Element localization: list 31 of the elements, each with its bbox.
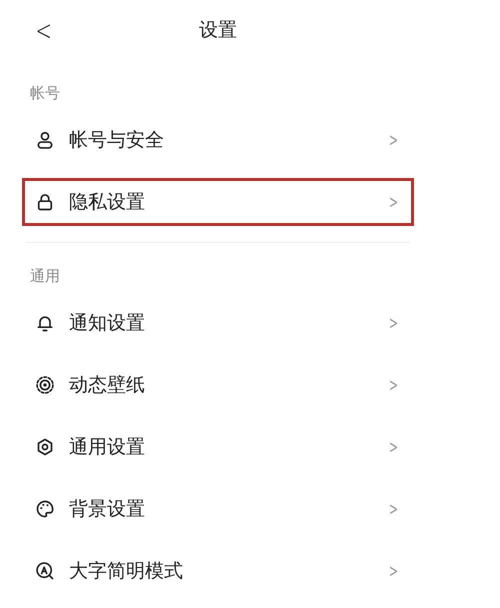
settings-icon	[35, 437, 55, 457]
menu-row[interactable]: 帐号与安全 >	[22, 116, 414, 164]
chevron-icon: >	[388, 130, 398, 150]
menu-label: 通知设置	[69, 311, 146, 336]
menu-row[interactable]: 背景设置 >	[22, 485, 414, 533]
menu-row[interactable]: 大字简明模式 >	[22, 547, 414, 595]
palette-icon	[35, 499, 55, 519]
page-title: 设置	[199, 18, 237, 43]
menu-row[interactable]: 动态壁纸 >	[22, 361, 414, 409]
back-button[interactable]: <	[32, 14, 55, 47]
section-title: 通用	[30, 266, 61, 287]
person-icon	[35, 130, 55, 150]
chevron-icon: >	[388, 374, 398, 396]
chevron-icon: >	[388, 498, 398, 520]
section-title: 帐号	[30, 83, 61, 104]
chevron-icon: >	[388, 560, 398, 582]
magnifier-icon	[35, 561, 55, 581]
menu-label: 背景设置	[69, 497, 146, 522]
highlighted-menu-row[interactable]: 隐私设置 >	[22, 178, 414, 226]
menu-label: 大字简明模式	[69, 559, 184, 584]
chevron-icon: >	[388, 436, 398, 458]
menu-label: 隐私设置	[69, 190, 146, 215]
menu-row[interactable]: 通知设置 >	[22, 299, 414, 347]
menu-label: 通用设置	[69, 435, 146, 460]
chevron-icon: >	[388, 192, 398, 212]
menu-label: 帐号与安全	[69, 128, 165, 153]
menu-row[interactable]: 通用设置 >	[22, 423, 414, 471]
lock-icon	[35, 192, 55, 212]
target-icon	[35, 375, 55, 395]
menu-label: 动态壁纸	[69, 373, 146, 398]
chevron-icon: >	[388, 312, 398, 334]
